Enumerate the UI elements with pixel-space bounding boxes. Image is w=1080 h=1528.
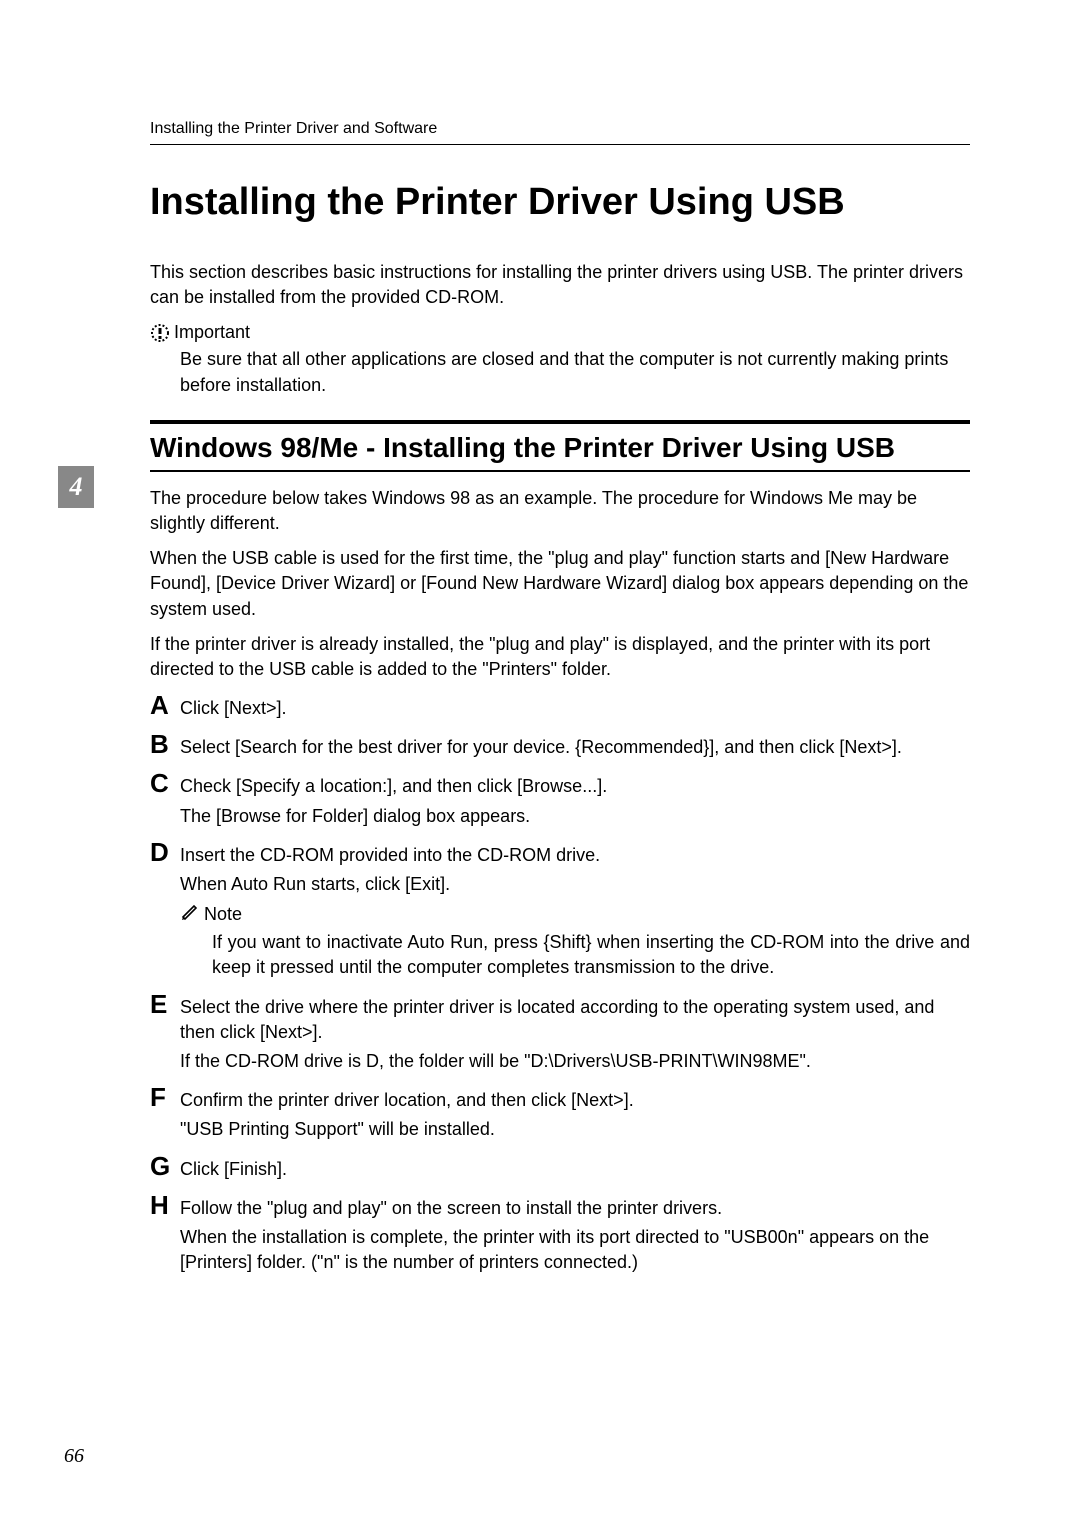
step-text: Select [Search for the best driver for y… — [180, 735, 902, 760]
step-e: E Select the drive where the printer dri… — [150, 991, 970, 1075]
page-content: Installing the Printer Driver and Softwa… — [150, 120, 970, 1285]
note-body: If you want to inactivate Auto Run, pres… — [212, 930, 970, 980]
step-text: Insert the CD-ROM provided into the CD-R… — [180, 843, 600, 868]
page-title: Installing the Printer Driver Using USB — [150, 181, 970, 224]
step-text: Check [Specify a location:], and then cl… — [180, 774, 607, 799]
step-h: H Follow the "plug and play" on the scre… — [150, 1192, 970, 1276]
section-heading: Windows 98/Me - Installing the Printer D… — [150, 432, 970, 464]
step-c: C Check [Specify a location:], and then … — [150, 770, 970, 828]
step-f: F Confirm the printer driver location, a… — [150, 1084, 970, 1142]
step-g: G Click [Finish]. — [150, 1153, 970, 1182]
important-body: Be sure that all other applications are … — [180, 347, 970, 397]
chapter-tab: 4 — [58, 466, 94, 508]
step-letter: G — [150, 1153, 172, 1179]
step-letter: A — [150, 692, 172, 718]
note-icon — [180, 903, 198, 926]
running-header: Installing the Printer Driver and Softwa… — [150, 120, 970, 145]
important-heading: Important — [150, 322, 970, 343]
step-letter: C — [150, 770, 172, 796]
note-label: Note — [204, 904, 242, 925]
paragraph-2: When the USB cable is used for the first… — [150, 546, 970, 622]
step-subtext: When Auto Run starts, click [Exit]. — [180, 872, 970, 897]
step-text: Confirm the printer driver location, and… — [180, 1088, 634, 1113]
step-a: A Click [Next>]. — [150, 692, 970, 721]
paragraph-1: The procedure below takes Windows 98 as … — [150, 486, 970, 536]
step-b: B Select [Search for the best driver for… — [150, 731, 970, 760]
step-letter: E — [150, 991, 172, 1017]
step-subtext: "USB Printing Support" will be installed… — [180, 1117, 970, 1142]
step-d: D Insert the CD-ROM provided into the CD… — [150, 839, 970, 981]
step-subtext: When the installation is complete, the p… — [180, 1225, 970, 1275]
step-letter: H — [150, 1192, 172, 1218]
step-letter: F — [150, 1084, 172, 1110]
section-rule-bottom — [150, 470, 970, 472]
important-icon — [150, 323, 170, 343]
step-subtext: If the CD-ROM drive is D, the folder wil… — [180, 1049, 970, 1074]
step-text: Click [Next>]. — [180, 696, 287, 721]
page-number: 66 — [64, 1445, 84, 1468]
paragraph-3: If the printer driver is already install… — [150, 632, 970, 682]
intro-paragraph: This section describes basic instruction… — [150, 260, 970, 310]
step-text: Select the drive where the printer drive… — [180, 995, 970, 1045]
section-rule-top — [150, 420, 970, 424]
note-heading: Note — [180, 903, 970, 926]
step-letter: D — [150, 839, 172, 865]
step-text: Follow the "plug and play" on the screen… — [180, 1196, 722, 1221]
step-subtext: The [Browse for Folder] dialog box appea… — [180, 804, 970, 829]
step-letter: B — [150, 731, 172, 757]
step-text: Click [Finish]. — [180, 1157, 287, 1182]
important-label: Important — [174, 322, 250, 343]
